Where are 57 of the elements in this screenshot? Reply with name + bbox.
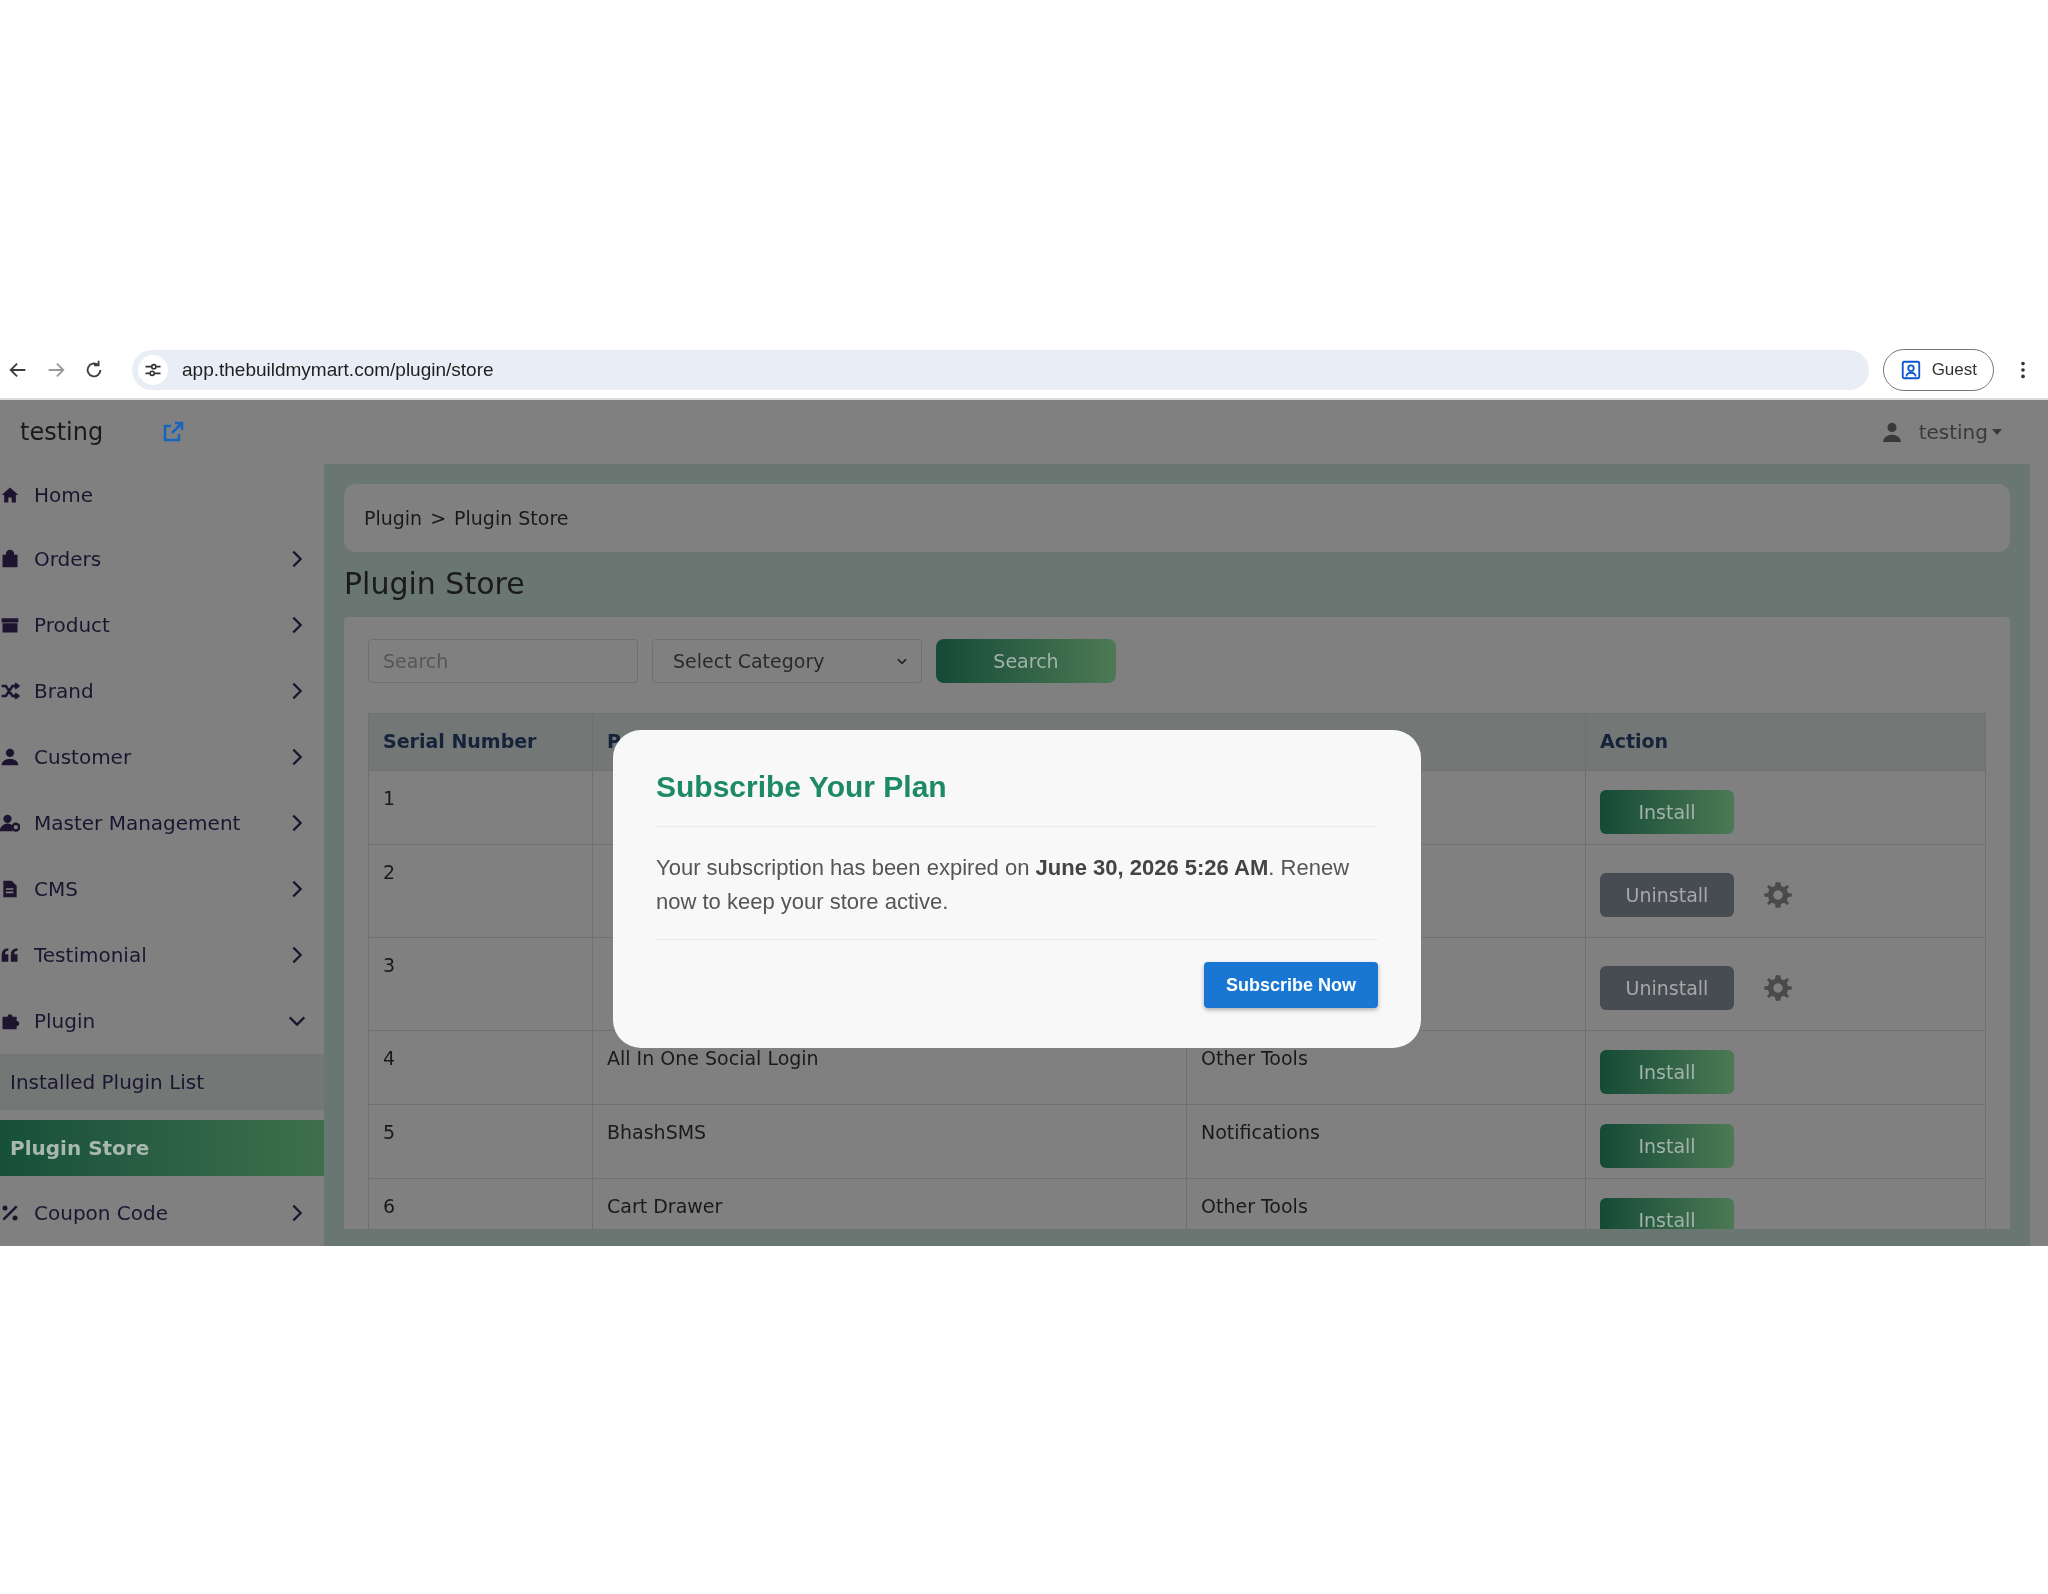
user-gear-icon xyxy=(0,813,20,833)
sidebar-item[interactable]: Customer xyxy=(0,724,324,790)
sidebar-item[interactable]: Home xyxy=(0,464,324,526)
table-cell: 4 xyxy=(368,1030,593,1105)
breadcrumb-item[interactable]: Plugin xyxy=(364,507,423,529)
address-bar[interactable]: app.thebuildmymart.com/plugin/store xyxy=(132,350,1869,390)
uninstall-button[interactable]: Uninstall xyxy=(1600,873,1734,917)
table-cell: 1 xyxy=(368,770,593,845)
sidebar-item[interactable]: Orders xyxy=(0,526,324,592)
install-button[interactable]: Install xyxy=(1600,1197,1734,1229)
sidebar-subitem[interactable]: Installed Plugin List xyxy=(0,1054,324,1110)
shuffle-icon xyxy=(0,681,20,701)
uninstall-button[interactable]: Uninstall xyxy=(1600,966,1734,1010)
profile-button[interactable]: Guest xyxy=(1882,349,1994,391)
sidebar-item[interactable]: Testimonial xyxy=(0,922,324,988)
breadcrumb-separator: > xyxy=(430,507,447,529)
modal-message: Your subscription has been expired on June 30, 2026 5:26 AM. Renew now to keep your store active. xyxy=(656,851,1378,940)
table-cell: 2 xyxy=(368,844,593,938)
column-header: Serial Number xyxy=(368,713,593,771)
install-button[interactable]: Install xyxy=(1600,789,1734,834)
table-cell: Notifications xyxy=(1186,1104,1586,1179)
user-icon xyxy=(0,747,20,767)
sidebar-item[interactable]: Coupon Code xyxy=(0,1180,324,1246)
user-icon xyxy=(1880,421,1903,443)
home-icon xyxy=(0,485,20,505)
breadcrumb-item: Plugin Store xyxy=(454,507,569,529)
percent-icon xyxy=(0,1203,20,1223)
brand-name: testing xyxy=(20,418,104,446)
sidebar-item[interactable]: Brand xyxy=(0,658,324,724)
sidebar-subitem[interactable]: Plugin Store xyxy=(0,1120,324,1176)
more-icon xyxy=(2020,359,2026,381)
url-text: app.thebuildmymart.com/plugin/store xyxy=(182,359,494,381)
sidebar-item[interactable]: Plugin xyxy=(0,988,324,1054)
sidebar-item[interactable]: Product xyxy=(0,592,324,658)
subscribe-button[interactable]: Subscribe Now xyxy=(1203,962,1378,1008)
external-link-icon xyxy=(161,420,186,444)
install-button[interactable]: Install xyxy=(1600,1049,1734,1094)
table-cell: BhashSMS xyxy=(592,1104,1187,1179)
table-cell: 3 xyxy=(368,937,593,1031)
bag-icon xyxy=(0,549,20,569)
modal-title: Subscribe Your Plan xyxy=(656,770,1378,827)
page-title: Plugin Store xyxy=(344,566,526,601)
table-cell: 5 xyxy=(368,1104,593,1179)
table-cell: 6 xyxy=(368,1178,593,1229)
sidebar-item[interactable]: Master Management xyxy=(0,790,324,856)
column-header: Action xyxy=(1585,713,1986,771)
category-select[interactable]: Select Category xyxy=(652,639,922,683)
user-menu[interactable]: testing xyxy=(1880,420,2002,444)
search-button[interactable]: Search xyxy=(936,639,1116,683)
box-icon xyxy=(0,615,20,635)
caret-down-icon xyxy=(1992,429,2002,435)
quote-icon xyxy=(0,945,20,965)
profile-icon xyxy=(1899,359,1922,381)
puzzle-icon xyxy=(0,1011,20,1031)
sidebar-item[interactable]: CMS xyxy=(0,856,324,922)
install-button[interactable]: Install xyxy=(1600,1123,1734,1168)
site-settings-icon[interactable] xyxy=(138,355,168,385)
